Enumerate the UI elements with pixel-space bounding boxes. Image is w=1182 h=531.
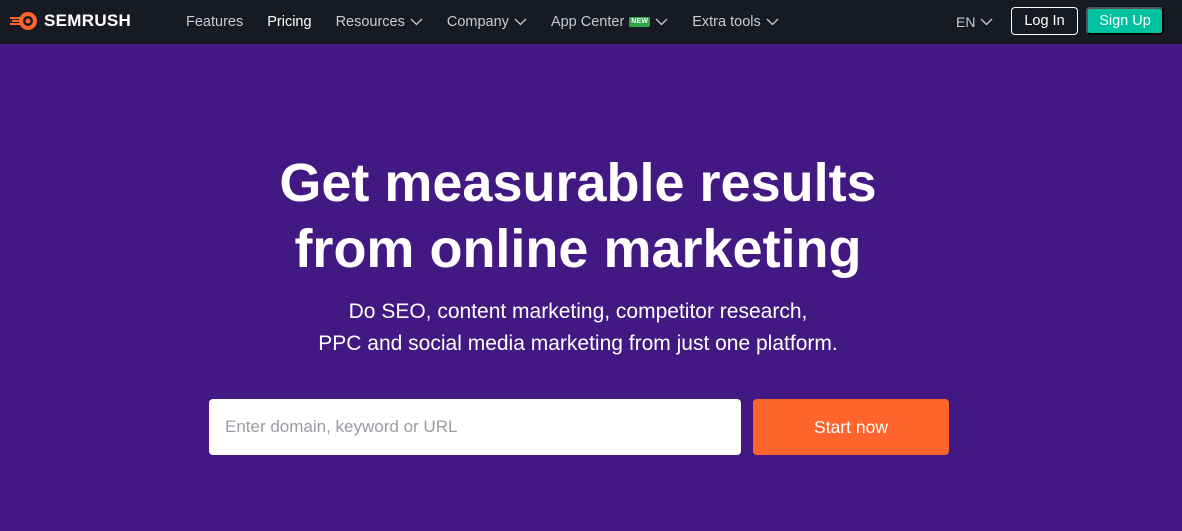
log-in-button[interactable]: Log In (1011, 7, 1078, 35)
semrush-logo[interactable]: SEMRUSH (10, 10, 131, 32)
nav-item-extra-tools[interactable]: Extra tools (692, 14, 779, 30)
nav-item-label: Company (446, 14, 509, 30)
hero-subtitle-line: PPC and social media marketing from just… (318, 332, 838, 355)
chevron-down-icon (655, 18, 668, 26)
hero-title: Get measurable results from online marke… (0, 150, 1156, 282)
nav-item-app-center[interactable]: App Center NEW (551, 14, 668, 30)
nav-item-pricing[interactable]: Pricing (267, 14, 311, 30)
new-badge: NEW (629, 17, 651, 27)
hero-subtitle: Do SEO, content marketing, competitor re… (0, 296, 1156, 360)
hero-title-line: from online marketing (294, 219, 862, 279)
domain-search-input[interactable] (209, 399, 741, 455)
top-navigation-bar: SEMRUSH Features Pricing Resources Compa… (0, 0, 1182, 44)
start-now-button[interactable]: Start now (753, 399, 949, 455)
brand-name: SEMRUSH (44, 11, 132, 30)
nav-item-label: Pricing (267, 14, 312, 30)
nav-item-label: Extra tools (692, 14, 761, 30)
language-label: EN (956, 14, 976, 30)
sign-up-button[interactable]: Sign Up (1086, 7, 1164, 35)
chevron-down-icon (980, 18, 993, 26)
semrush-logo-icon (10, 12, 37, 30)
nav-item-company[interactable]: Company (447, 14, 527, 30)
nav-item-label: App Center (550, 14, 625, 30)
nav-item-label: Features (186, 14, 244, 30)
hero-subtitle-line: Do SEO, content marketing, competitor re… (348, 300, 808, 323)
language-selector[interactable]: EN (956, 0, 993, 44)
chevron-down-icon (514, 18, 527, 26)
hero-title-line: Get measurable results (279, 153, 877, 213)
nav-item-features[interactable]: Features (186, 14, 243, 30)
main-nav: Features Pricing Resources Company App C… (186, 0, 803, 44)
chevron-down-icon (766, 18, 779, 26)
nav-item-label: Resources (335, 14, 405, 30)
nav-item-resources[interactable]: Resources (336, 14, 423, 30)
chevron-down-icon (410, 18, 423, 26)
